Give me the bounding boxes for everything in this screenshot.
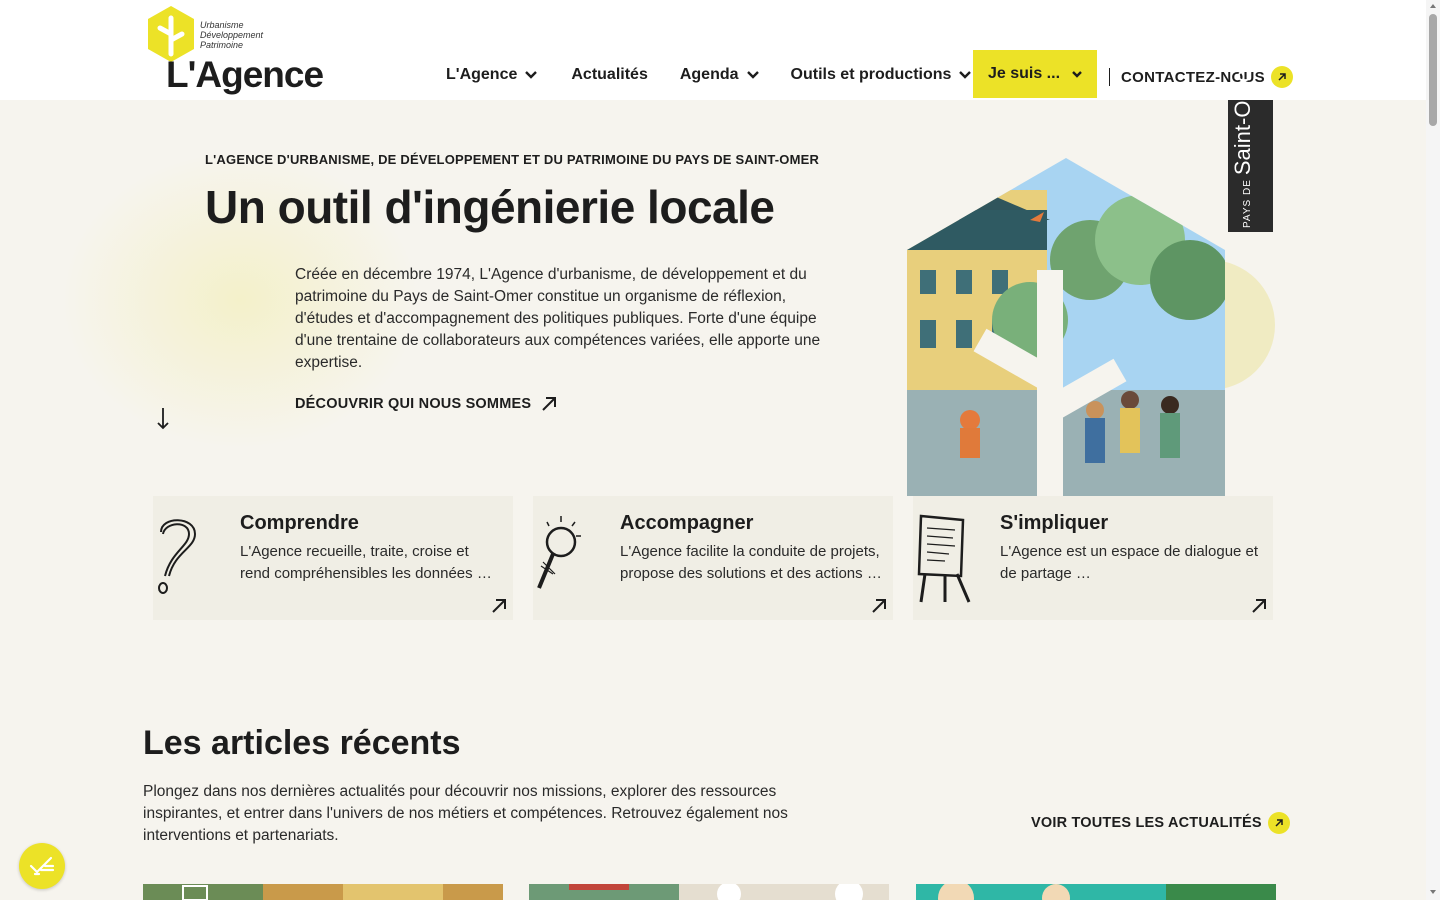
chevron-down-icon	[959, 71, 972, 79]
contact-link[interactable]: CONTACTEZ-NOUS	[1121, 66, 1293, 88]
articles-title: Les articles récents	[143, 724, 461, 762]
articles-description: Plongez dans nos dernières actualités po…	[143, 783, 788, 844]
arrow-up-right-icon	[542, 397, 557, 411]
chevron-down-icon	[746, 71, 759, 79]
scrollbar-thumb[interactable]	[1429, 14, 1437, 126]
je-suis-button[interactable]: Je suis ...	[973, 50, 1097, 98]
discover-link[interactable]: DÉCOUVRIR QUI NOUS SOMMES	[295, 396, 557, 412]
site-logo[interactable]: Urbanisme Développement Patrimoine L'Age…	[146, 4, 324, 96]
nav-item-agenda[interactable]: Agenda	[680, 66, 759, 84]
nav-item-outils[interactable]: Outils et productions	[791, 66, 972, 84]
card-title: Comprendre	[240, 512, 359, 534]
article-thumbnail[interactable]	[143, 884, 503, 900]
site-header: Urbanisme Développement Patrimoine L'Age…	[0, 0, 1426, 100]
scroll-up-icon[interactable]	[1429, 2, 1437, 10]
accessibility-icon	[29, 856, 55, 876]
arrow-up-right-icon	[872, 599, 886, 613]
pays-saint-omer-badge: PAYS DE Saint-Omer	[1228, 63, 1273, 232]
logo-tagline: Urbanisme Développement Patrimoine	[200, 20, 264, 50]
article-thumbnail[interactable]	[916, 884, 1276, 900]
page-scrollbar[interactable]	[1426, 0, 1440, 900]
question-mark-icon	[158, 519, 197, 594]
hero-title: Un outil d'ingénierie locale	[205, 181, 775, 233]
hero-kicker: L'AGENCE D'URBANISME, DE DÉVELOPPEMENT E…	[205, 152, 820, 167]
card-simpliquer[interactable]: S'impliquer L'Agence est un espace de di…	[913, 496, 1273, 620]
logo-name: L'Agence	[166, 54, 324, 95]
arrow-up-right-icon	[1270, 66, 1293, 88]
nav-item-actualites[interactable]: Actualités	[571, 66, 647, 84]
card-text: L'Agence recueille, traite, croise et re…	[240, 543, 492, 582]
card-accompagner[interactable]: Accompagner L'Agence facilite la conduit…	[533, 496, 893, 620]
scroll-down-icon[interactable]	[1429, 888, 1437, 896]
scroll-down-arrow-icon[interactable]	[155, 406, 171, 432]
arrow-up-right-icon	[1252, 599, 1266, 613]
all-news-link[interactable]: VOIR TOUTES LES ACTUALITÉS	[1031, 812, 1290, 834]
hero-illustration	[907, 158, 1275, 496]
main-nav: L'Agence Actualités Agenda Outils et pro…	[446, 66, 972, 84]
card-comprendre[interactable]: Comprendre L'Agence recueille, traite, c…	[153, 496, 513, 620]
accessibility-button[interactable]	[19, 843, 65, 889]
arrow-up-right-icon	[492, 599, 506, 613]
easel-icon	[917, 514, 971, 603]
chevron-down-icon	[525, 71, 538, 79]
card-text: L'Agence est un espace de dialogue et de…	[1000, 543, 1259, 582]
magnifier-icon	[537, 516, 581, 589]
hero-description: Créée en décembre 1974, L'Agence d'urban…	[295, 266, 821, 371]
nav-separator	[1109, 68, 1110, 86]
arrow-up-right-icon	[1267, 812, 1290, 834]
chevron-down-icon	[1072, 70, 1082, 78]
card-title: Accompagner	[620, 512, 754, 534]
card-title: S'impliquer	[1000, 512, 1109, 534]
article-thumbnail[interactable]	[529, 884, 889, 900]
card-text: L'Agence facilite la conduite de projets…	[620, 543, 882, 582]
nav-item-agence[interactable]: L'Agence	[446, 66, 538, 84]
